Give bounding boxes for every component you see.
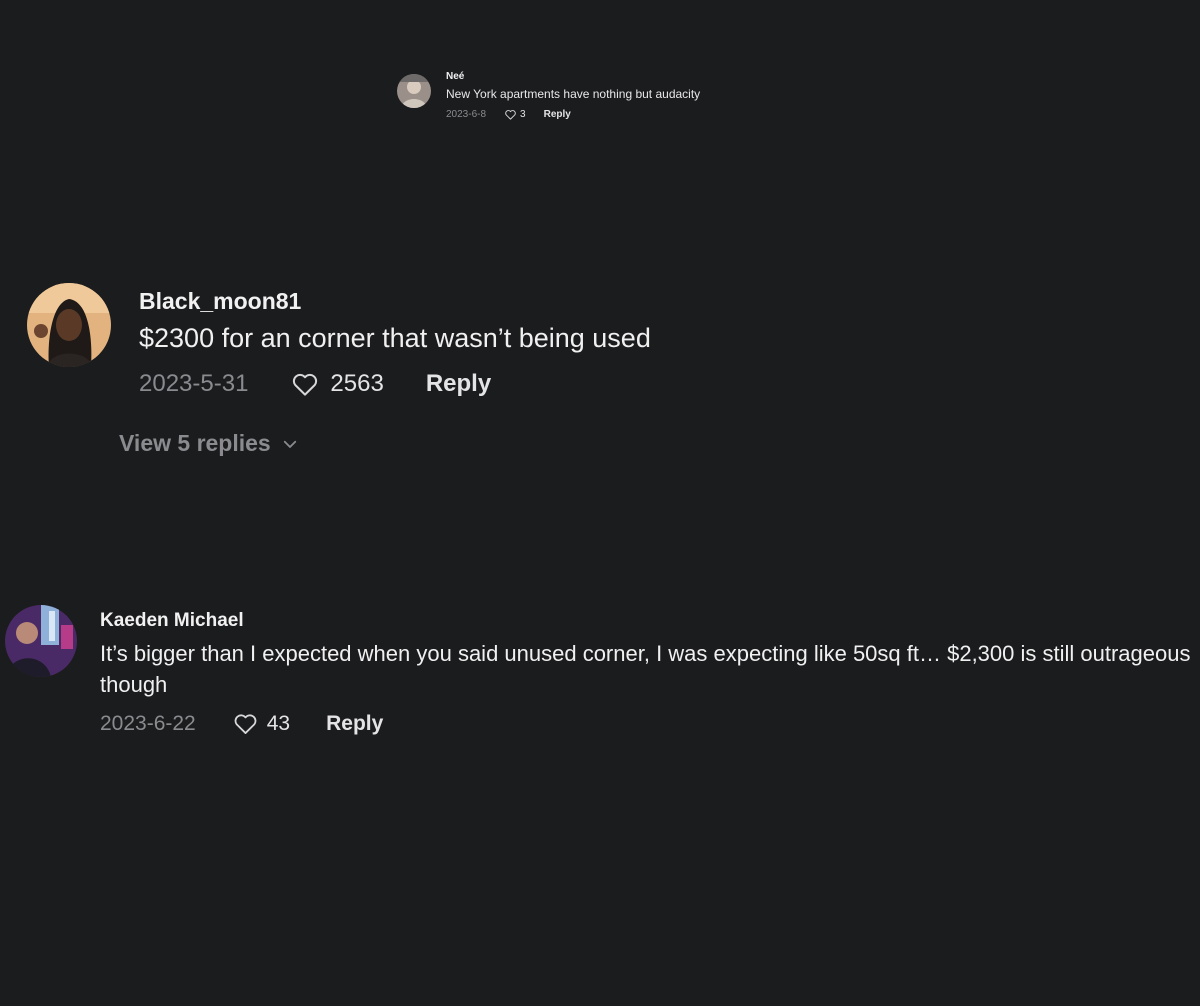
avatar[interactable] — [397, 74, 431, 108]
comment-item: Neé New York apartments have nothing but… — [397, 68, 797, 128]
avatar[interactable] — [27, 283, 111, 367]
comments-panel: Neé New York apartments have nothing but… — [0, 0, 1200, 1006]
comment-item: Black_moon81 $2300 for an corner that wa… — [27, 283, 927, 463]
comment-meta: 2023-6-8 3 Reply — [446, 108, 571, 121]
comment-text: New York apartments have nothing but aud… — [446, 87, 701, 101]
user-avatar-image — [5, 605, 77, 677]
heart-outline-icon — [293, 373, 318, 396]
reply-button[interactable]: Reply — [426, 370, 491, 398]
view-replies-button[interactable]: View 5 replies — [119, 430, 299, 457]
view-replies-label: View 5 replies — [119, 430, 271, 456]
like-count: 2563 — [330, 370, 384, 397]
comment-item: Kaeden Michael It’s bigger than I expect… — [5, 605, 1200, 745]
like-count: 3 — [520, 109, 526, 120]
avatar[interactable] — [5, 605, 77, 677]
reply-button[interactable]: Reply — [544, 109, 571, 120]
comment-username[interactable]: Neé — [446, 71, 464, 82]
comment-date: 2023-5-31 — [139, 370, 249, 397]
comment-date: 2023-6-8 — [446, 109, 487, 120]
reply-button[interactable]: Reply — [326, 712, 383, 736]
heart-outline-icon — [505, 110, 516, 120]
comment-text: It’s bigger than I expected when you sai… — [100, 641, 1191, 697]
like-button[interactable]: 3 — [504, 108, 526, 121]
like-count: 43 — [266, 711, 291, 735]
like-button[interactable]: 43 — [232, 710, 290, 737]
comment-username[interactable]: Kaeden Michael — [100, 610, 244, 632]
like-button[interactable]: 2563 — [290, 369, 384, 399]
comment-username[interactable]: Black_moon81 — [139, 288, 301, 315]
comment-text: $2300 for an corner that wasn’t being us… — [139, 323, 651, 353]
comment-meta: 2023-6-22 43 Reply — [100, 710, 383, 737]
user-avatar-image — [27, 283, 111, 367]
chevron-down-icon — [283, 440, 296, 448]
heart-outline-icon — [234, 714, 257, 734]
user-avatar-image — [397, 74, 431, 108]
comment-meta: 2023-5-31 2563 Reply — [139, 369, 491, 399]
comment-date: 2023-6-22 — [100, 711, 196, 735]
